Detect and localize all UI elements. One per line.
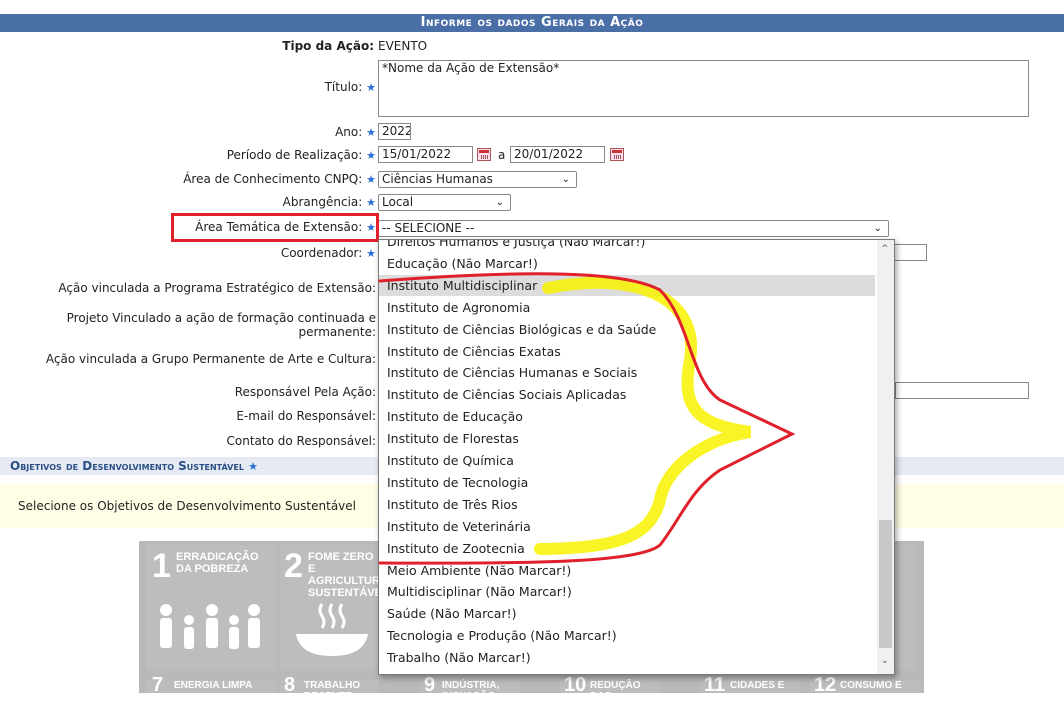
annotation-red-brace — [378, 272, 796, 565]
annotation-overlay — [378, 272, 796, 565]
annotation-yellow-brace — [534, 276, 752, 555]
